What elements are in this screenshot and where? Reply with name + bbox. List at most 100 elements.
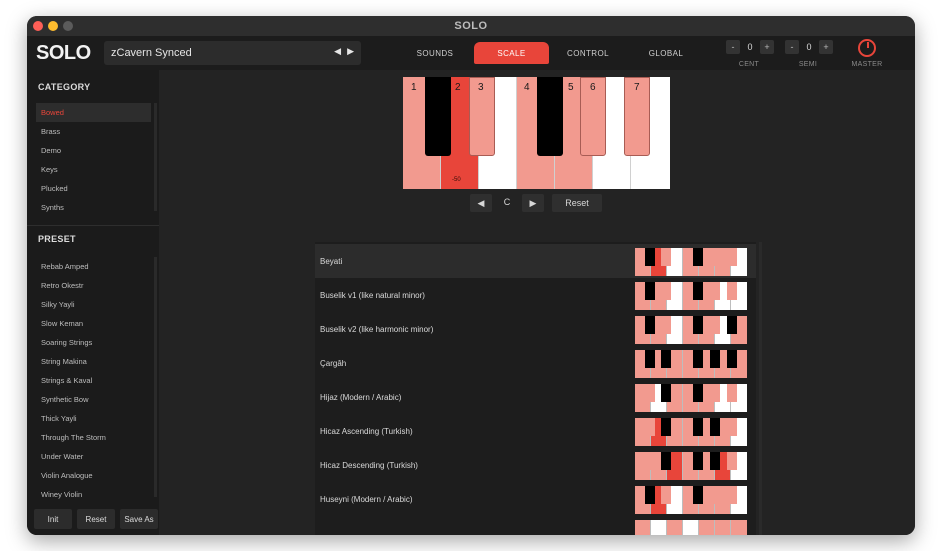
- root-next-button[interactable]: ▶: [522, 194, 544, 212]
- master-label: MASTER: [851, 61, 883, 68]
- minimize-window-button[interactable]: [48, 21, 58, 31]
- preset-item[interactable]: Silky Yayli: [36, 295, 151, 314]
- key-degree-label: 6: [590, 82, 596, 93]
- scale-list-scrollbar[interactable]: [759, 242, 762, 535]
- scale-mini-keyboard: [635, 350, 747, 378]
- preset-selector-value: zCavern Synced: [111, 47, 192, 59]
- key-degree-label: 3: [478, 82, 484, 93]
- scale-row[interactable]: Hicaz Descending (Turkish): [315, 448, 756, 482]
- preset-item[interactable]: String Makina: [36, 352, 151, 371]
- category-item-demo[interactable]: Demo: [36, 141, 151, 160]
- master-knob[interactable]: [858, 39, 876, 57]
- reset-preset-button[interactable]: Reset: [77, 509, 115, 529]
- semi-label: SEMI: [798, 61, 818, 68]
- scale-list: Beyati Buselik v1 (like natural minor) B…: [315, 242, 756, 535]
- semi-value: 0: [806, 42, 812, 52]
- tab-sounds[interactable]: SOUNDS: [410, 42, 460, 64]
- scale-panel: 1 2 3 4 5 6 7 -50 ◀ C ▶ Reset Beyati Bus…: [159, 70, 915, 535]
- scale-mini-keyboard: [635, 486, 747, 514]
- preset-item[interactable]: Winey Violin: [36, 485, 151, 504]
- scale-mini-keyboard: [635, 316, 747, 344]
- prev-preset-icon[interactable]: ◀: [334, 46, 341, 57]
- scale-row[interactable]: Beyati: [315, 244, 756, 278]
- triangle-right-icon: ▶: [529, 197, 537, 208]
- keyboard-reset-button[interactable]: Reset: [552, 194, 602, 212]
- scale-name: Buselik v1 (like natural minor): [320, 290, 425, 300]
- black-key[interactable]: [425, 77, 451, 156]
- tab-scale[interactable]: SCALE: [474, 42, 549, 64]
- semi-stepper: - 0 +: [785, 40, 833, 54]
- category-list: Bowed Brass Demo Keys Plucked Synths: [36, 103, 151, 217]
- category-item-synths[interactable]: Synths: [36, 198, 151, 217]
- scale-mini-keyboard: [635, 452, 747, 480]
- scale-row[interactable]: Huseyni (Modern / Arabic): [315, 482, 756, 516]
- preset-item[interactable]: Rebab Amped: [36, 257, 151, 276]
- category-item-bowed[interactable]: Bowed: [36, 103, 151, 122]
- preset-selector[interactable]: zCavern Synced ◀ ▶: [104, 41, 361, 65]
- zoom-window-button[interactable]: [63, 21, 73, 31]
- semi-plus-button[interactable]: +: [819, 40, 833, 54]
- preset-item[interactable]: Retro Okestr: [36, 276, 151, 295]
- scale-name: Çargâh: [320, 358, 347, 368]
- category-heading: CATEGORY: [38, 82, 91, 92]
- key-degree-label: 4: [524, 82, 530, 93]
- scale-mini-keyboard: [635, 384, 747, 412]
- tab-global[interactable]: GLOBAL: [640, 42, 692, 64]
- scale-name: Hijaz (Modern / Arabic): [320, 392, 402, 402]
- root-note: C: [503, 197, 511, 207]
- scale-name: Hicaz Descending (Turkish): [320, 460, 418, 470]
- scale-mini-keyboard: [635, 418, 747, 446]
- cent-value: 0: [747, 42, 753, 52]
- cent-minus-button[interactable]: -: [726, 40, 740, 54]
- preset-item[interactable]: Strings & Kaval: [36, 371, 151, 390]
- root-prev-button[interactable]: ◀: [470, 194, 492, 212]
- preset-item[interactable]: Synthetic Bow: [36, 390, 151, 409]
- key-degree-label: 1: [411, 82, 417, 93]
- triangle-left-icon: ◀: [477, 197, 485, 208]
- category-scrollbar[interactable]: [154, 103, 157, 211]
- next-preset-icon[interactable]: ▶: [347, 46, 354, 57]
- tab-control[interactable]: CONTROL: [562, 42, 614, 64]
- scale-row[interactable]: Buselik v2 (like harmonic minor): [315, 312, 756, 346]
- app-logo: SOLO: [36, 42, 91, 64]
- init-button[interactable]: Init: [34, 509, 72, 529]
- scale-mini-keyboard: [635, 248, 747, 276]
- scale-row[interactable]: Hijaz (Modern / Arabic): [315, 380, 756, 414]
- scale-row[interactable]: [315, 516, 756, 535]
- scale-row[interactable]: Hicaz Ascending (Turkish): [315, 414, 756, 448]
- sidebar: CATEGORY Bowed Brass Demo Keys Plucked S…: [27, 70, 159, 535]
- preset-item[interactable]: Slow Keman: [36, 314, 151, 333]
- category-item-brass[interactable]: Brass: [36, 122, 151, 141]
- save-as-button[interactable]: Save As: [120, 509, 158, 529]
- preset-scrollbar[interactable]: [154, 257, 157, 497]
- scale-row[interactable]: Buselik v1 (like natural minor): [315, 278, 756, 312]
- category-item-keys[interactable]: Keys: [36, 160, 151, 179]
- key-degree-label: 2: [455, 82, 461, 93]
- sidebar-divider: [27, 225, 159, 226]
- top-bar: SOLO zCavern Synced ◀ ▶ SOUNDS SCALE CON…: [27, 36, 915, 70]
- title-bar: SOLO: [27, 16, 915, 36]
- semi-minus-button[interactable]: -: [785, 40, 799, 54]
- preset-item[interactable]: Soaring Strings: [36, 333, 151, 352]
- scale-name: Buselik v2 (like harmonic minor): [320, 324, 434, 334]
- scale-mini-keyboard: [635, 520, 747, 535]
- preset-heading: PRESET: [38, 234, 76, 244]
- scale-name: Huseyni (Modern / Arabic): [320, 494, 413, 504]
- cent-label: CENT: [738, 61, 760, 68]
- preset-item[interactable]: Thick Yayli: [36, 409, 151, 428]
- category-item-plucked[interactable]: Plucked: [36, 179, 151, 198]
- window-controls: [33, 21, 73, 31]
- preset-list: Rebab Amped Retro Okestr Silky Yayli Slo…: [36, 257, 151, 504]
- key-cent-offset: -50: [452, 177, 461, 183]
- scale-row[interactable]: Çargâh: [315, 346, 756, 380]
- cent-plus-button[interactable]: +: [760, 40, 774, 54]
- preset-item[interactable]: Through The Storm: [36, 428, 151, 447]
- black-key[interactable]: [537, 77, 563, 156]
- scale-name: Hicaz Ascending (Turkish): [320, 426, 413, 436]
- preset-item[interactable]: Under Water: [36, 447, 151, 466]
- key-degree-label: 7: [634, 82, 640, 93]
- scale-mini-keyboard: [635, 282, 747, 310]
- close-window-button[interactable]: [33, 21, 43, 31]
- preset-item[interactable]: Violin Analogue: [36, 466, 151, 485]
- app-window: SOLO SOLO zCavern Synced ◀ ▶ SOUNDS SCAL…: [27, 16, 915, 535]
